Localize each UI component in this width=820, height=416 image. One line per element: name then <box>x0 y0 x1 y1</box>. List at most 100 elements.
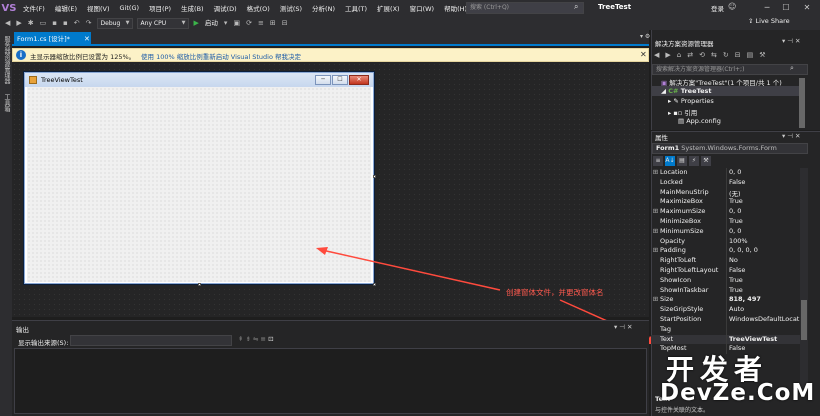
property-row[interactable]: RightToLeftLayout False <box>651 265 800 276</box>
expand-icon[interactable] <box>651 178 660 188</box>
property-value[interactable]: False <box>726 265 800 276</box>
categorized-icon[interactable]: ≡ <box>653 156 663 166</box>
back-icon[interactable]: ◀ <box>651 48 662 62</box>
property-row[interactable]: ⊞ MaximumSize 0, 0 <box>651 207 800 217</box>
solution-search-input[interactable]: 搜索解决方案资源管理器(Ctrl+;) <box>652 64 808 75</box>
expand-arrow-icon[interactable]: ▸ <box>668 97 671 105</box>
property-row[interactable]: StartPosition WindowsDefaultLocat <box>651 314 800 325</box>
solution-scrollbar[interactable] <box>799 78 805 128</box>
property-row[interactable]: Opacity 100% <box>651 236 800 247</box>
property-value[interactable]: WindowsDefaultLocat <box>726 314 800 325</box>
expand-arrow-icon[interactable]: ▸ <box>668 109 671 117</box>
alphabetical-icon[interactable]: A↓ <box>665 156 675 166</box>
property-value[interactable]: Auto <box>726 305 800 315</box>
properties-title: 属性 <box>655 134 668 142</box>
expand-icon[interactable] <box>651 325 660 335</box>
forward-icon[interactable]: ▶ <box>662 48 673 62</box>
property-value[interactable]: False <box>726 177 800 188</box>
properties-scrollbar[interactable] <box>800 168 808 388</box>
property-value[interactable]: No <box>726 256 800 266</box>
expand-icon[interactable]: ⊞ <box>651 168 660 178</box>
property-value[interactable]: True <box>726 275 800 286</box>
collapse-icon[interactable]: ⊟ <box>732 48 744 62</box>
property-grid: ⊞ Location 0, 0 Locked False MainMenuStrip (无)… <box>651 168 800 355</box>
search-icon[interactable]: ⌕ <box>790 64 794 73</box>
expand-icon[interactable] <box>651 217 660 227</box>
property-row[interactable]: Tag <box>651 324 800 335</box>
property-name: RightToLeft <box>660 256 697 265</box>
property-value[interactable]: 100% <box>726 236 800 247</box>
expand-icon[interactable] <box>651 305 660 315</box>
expand-icon[interactable] <box>651 335 660 345</box>
project-item-label: TreeTest <box>680 87 712 95</box>
tree-appconfig-item[interactable]: ▤ App.config <box>678 117 721 125</box>
property-value[interactable]: True <box>726 197 800 208</box>
refresh-icon[interactable]: ↻ <box>720 48 732 62</box>
tree-project-item[interactable]: ◢ C# TreeTest <box>661 87 711 95</box>
property-name: StartPosition <box>660 314 702 323</box>
property-row[interactable]: ⊞ Padding 0, 0, 0, 0 <box>651 246 800 257</box>
properties-controls[interactable]: ▾ ⊣ ✕ <box>782 132 801 140</box>
property-pages-icon[interactable]: ⚒ <box>701 156 711 166</box>
property-value[interactable]: 0, 0 <box>726 226 800 237</box>
property-row[interactable]: ⊞ Size 818, 497 <box>651 295 800 306</box>
expand-icon[interactable]: ⊞ <box>651 295 660 305</box>
expand-icon[interactable] <box>651 197 660 207</box>
property-name: Locked <box>660 177 683 186</box>
property-row[interactable]: ⊞ MinimumSize 0, 0 <box>651 226 800 237</box>
property-name: Size <box>660 295 674 304</box>
property-row[interactable]: MinimizeBox True <box>651 216 800 227</box>
property-row[interactable]: ShowInTaskbar True <box>651 285 800 296</box>
properties-icon[interactable]: ⚒ <box>756 48 768 62</box>
properties-scroll-thumb[interactable] <box>801 300 807 340</box>
property-row[interactable]: RightToLeft No <box>651 256 800 266</box>
word-wrap-icon[interactable]: ⊡ <box>268 335 273 343</box>
expand-icon[interactable]: ⊞ <box>651 227 660 237</box>
property-value[interactable]: 0, 0, 0, 0 <box>726 246 800 257</box>
property-row[interactable]: Text TreeViewTest <box>651 334 800 345</box>
properties-item-label: Properties <box>680 97 714 105</box>
expand-icon[interactable]: ⊞ <box>651 246 660 256</box>
expand-icon[interactable] <box>651 266 660 276</box>
sync-icon[interactable]: ⇆ <box>708 48 720 62</box>
property-value[interactable]: 818, 497 <box>726 295 800 306</box>
property-value[interactable]: (无) <box>726 187 800 198</box>
property-row[interactable]: MainMenuStrip (无) <box>651 187 800 198</box>
csharp-project-icon: C# <box>668 87 679 95</box>
property-row[interactable]: Locked False <box>651 177 800 188</box>
property-value[interactable]: True <box>726 216 800 227</box>
property-row[interactable]: ⊞ Location 0, 0 <box>651 168 800 178</box>
property-row[interactable]: SizeGripStyle Auto <box>651 305 800 315</box>
property-value[interactable]: True <box>726 285 800 296</box>
property-value[interactable]: 0, 0 <box>726 168 800 178</box>
property-name: Padding <box>660 246 686 255</box>
property-row[interactable]: MaximizeBox True <box>651 197 800 208</box>
property-value[interactable]: TreeViewTest <box>726 334 800 345</box>
expand-arrow-icon[interactable]: ◢ <box>661 87 666 95</box>
show-all-files-icon[interactable]: ▤ <box>744 48 757 62</box>
output-toolbar[interactable]: ⇞ ⇟ ⇋ ≣ ⊡ <box>238 335 274 343</box>
property-row[interactable]: ShowIcon True <box>651 275 800 286</box>
expand-icon[interactable] <box>651 188 660 198</box>
output-panel-controls[interactable]: ▾ ⊣ ✕ <box>614 323 633 331</box>
expand-icon[interactable] <box>651 286 660 296</box>
properties-icon[interactable]: ▤ <box>677 156 687 166</box>
tree-references-item[interactable]: ▸ ▪▫ 引用 <box>668 107 697 117</box>
history-icon[interactable]: ⟲ <box>696 48 708 62</box>
expand-icon[interactable] <box>651 315 660 325</box>
property-value[interactable] <box>726 324 800 335</box>
expand-icon[interactable] <box>651 344 660 354</box>
expand-icon[interactable]: ⊞ <box>651 207 660 217</box>
events-icon[interactable]: ⚡ <box>689 156 699 166</box>
expand-icon[interactable] <box>651 276 660 286</box>
output-source-select[interactable] <box>70 335 232 346</box>
expand-icon[interactable] <box>651 237 660 247</box>
properties-object-select[interactable]: Form1 System.Windows.Forms.Form <box>652 143 808 154</box>
home-icon[interactable]: ⌂ <box>674 48 684 62</box>
property-value[interactable]: 0, 0 <box>726 207 800 217</box>
output-text-area[interactable] <box>14 348 647 414</box>
expand-icon[interactable] <box>651 256 660 266</box>
switch-views-icon[interactable]: ⇄ <box>684 48 696 62</box>
solution-explorer-controls[interactable]: ▾ ⊣ ✕ <box>782 37 801 45</box>
tree-properties-item[interactable]: ▸ ✎ Properties <box>668 97 714 105</box>
